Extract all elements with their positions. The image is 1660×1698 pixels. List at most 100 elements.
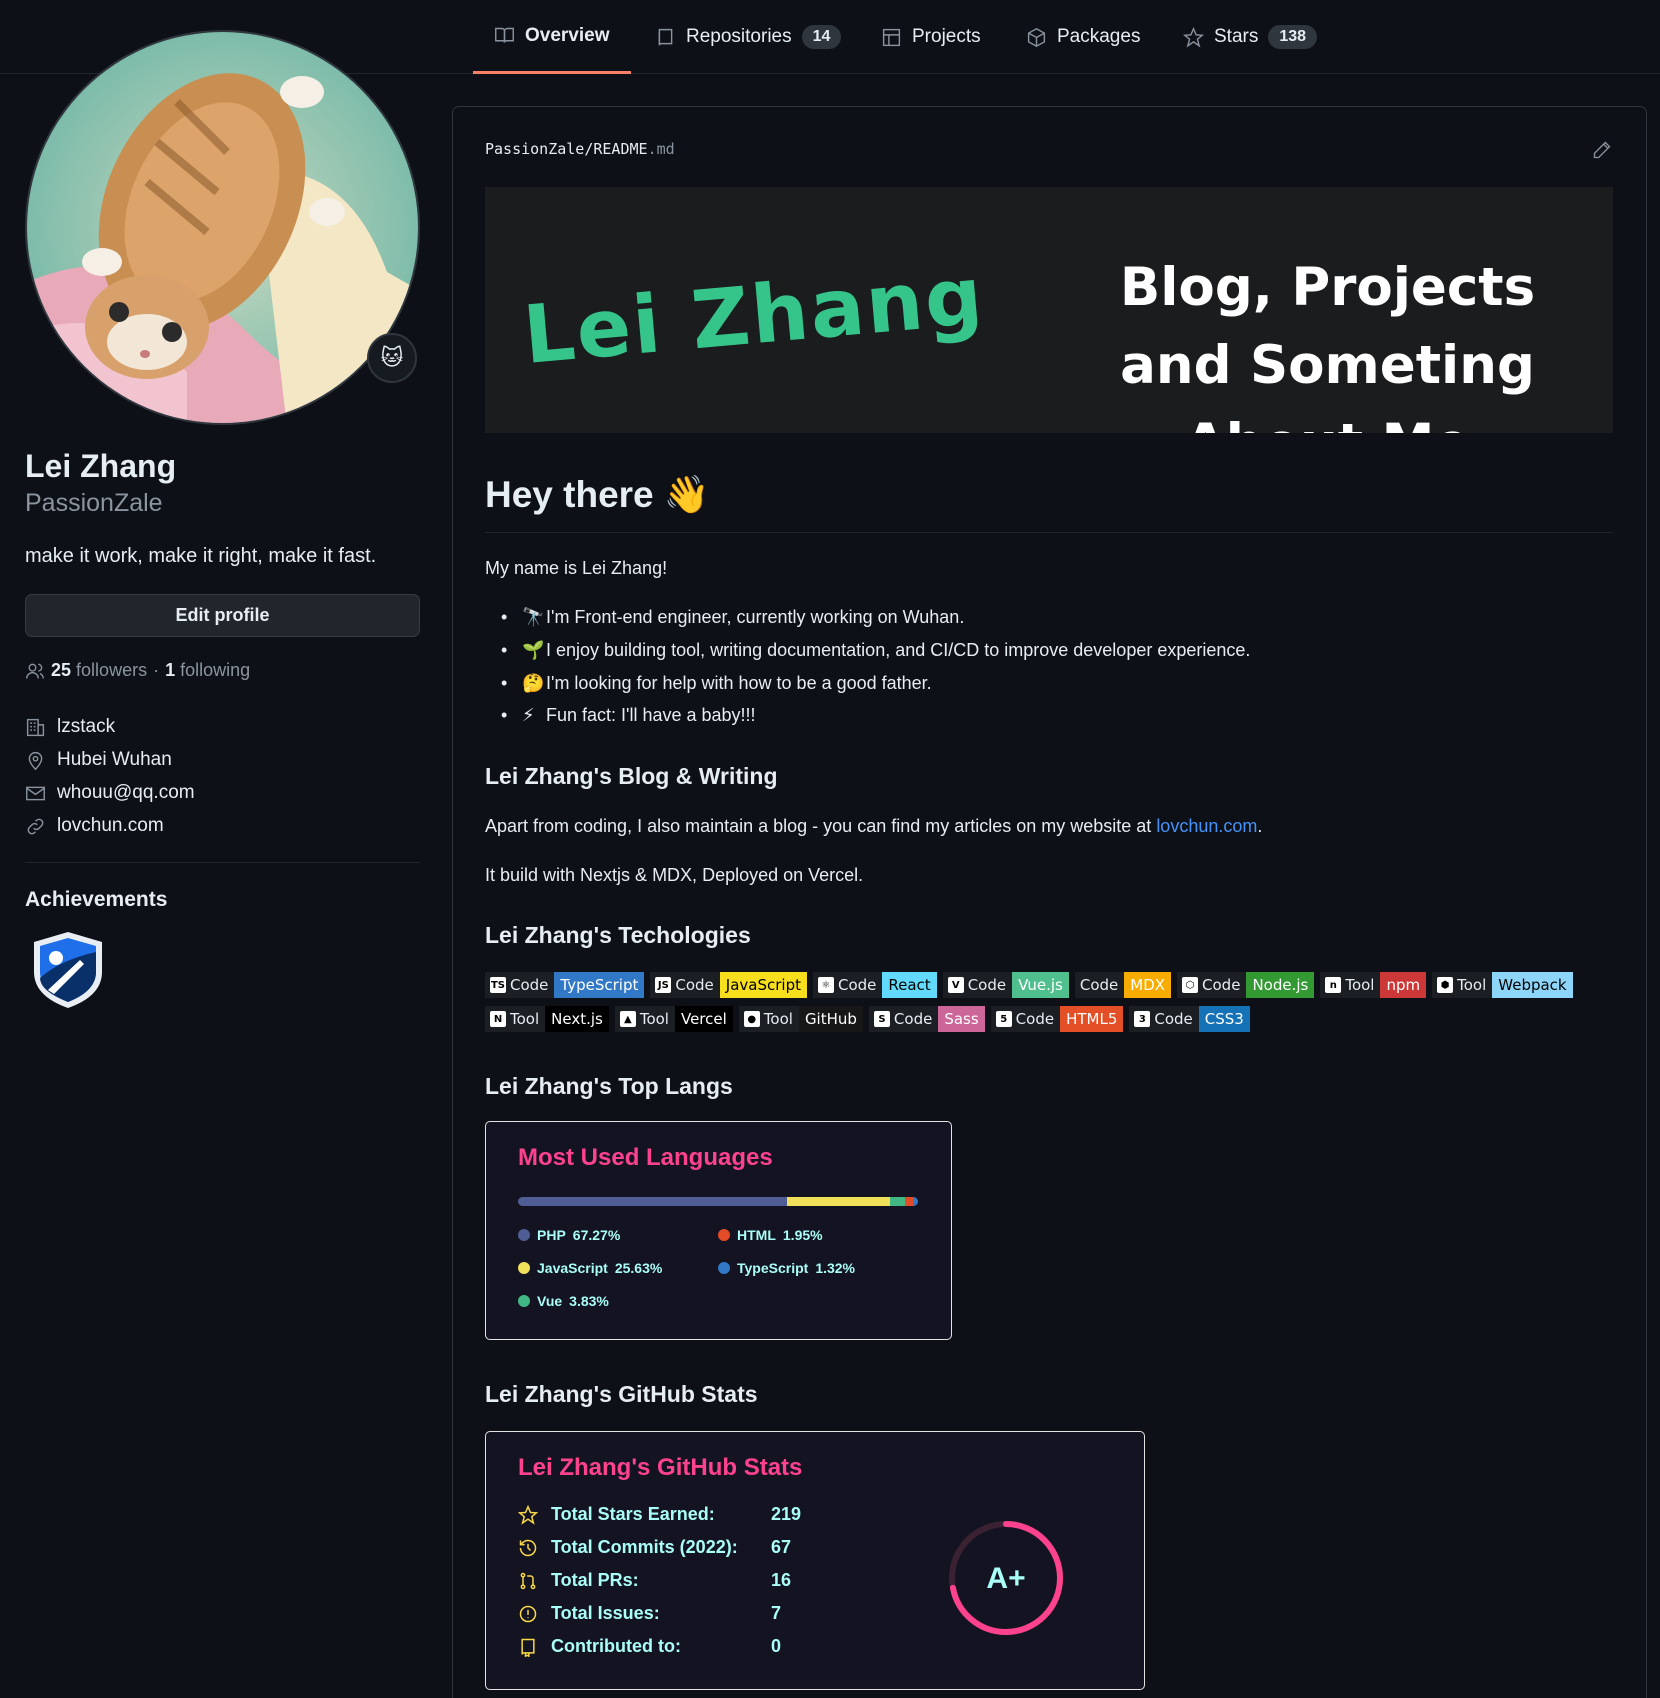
company-text[interactable]: lzstack [57,716,115,738]
readme-filename: README [593,140,648,158]
tech-badge-next-js[interactable]: N Tool Next.js [485,1006,609,1032]
tech-badge-css3[interactable]: 3 Code CSS3 [1129,1006,1250,1032]
tech-badge-sass[interactable]: S Code Sass [868,1006,985,1032]
github-stats-card[interactable]: Lei Zhang's GitHub Stats Total Stars Ear… [485,1431,1145,1690]
tab-repositories[interactable]: Repositories 14 [655,0,842,74]
following-link[interactable]: 1 following [165,660,250,681]
tech-badge-webpack[interactable]: ⬢ Tool Webpack [1432,972,1573,998]
lang-percent: 1.95% [782,1227,823,1243]
edit-profile-button[interactable]: Edit profile [25,594,420,637]
npm-logo-icon: n [1325,977,1342,993]
readme-ext: .md [647,140,675,158]
tech-badge-react[interactable]: ⚛ Code React [812,972,937,998]
grade-ring: A+ [949,1521,1063,1635]
lang-bar-segment [912,1197,918,1206]
company-item: lzstack [25,716,115,738]
greeting-heading: Hey there 👋 [485,474,710,515]
intro-text: My name is Lei Zhang! [485,558,668,578]
langs-card-title: Most Used Languages [518,1144,773,1171]
tech-badge-typescript[interactable]: TS Code TypeScript [485,972,645,998]
top-langs-card[interactable]: Most Used Languages PHP 67.27% JavaScript 2… [485,1121,952,1340]
badge-name: Webpack [1492,972,1573,998]
lang-legend-item: Vue 3.83% [518,1293,609,1309]
lang-color-dot [518,1262,530,1274]
thinking-face-icon: 🤔 [522,673,545,693]
tech-heading: Lei Zhang's Techologies [485,922,751,948]
lang-percent: 3.83% [569,1293,609,1309]
list-item-text: Fun fact: I'll have a baby!!! [546,705,756,725]
avatar[interactable] [25,30,420,425]
badge-kind: V Code [942,972,1013,998]
achievement-badge-icon[interactable] [30,930,106,1010]
badge-kind: N Tool [485,1006,546,1032]
badge-kind: Code [1074,972,1125,998]
lang-percent: 67.27% [572,1227,621,1243]
pencil-icon[interactable] [1592,140,1612,160]
lang-color-dot [718,1262,730,1274]
followers-link[interactable]: 25 followers [51,660,147,681]
follow-separator: · [153,660,160,680]
tech-badge-vercel[interactable]: ▲ Tool Vercel [614,1006,733,1032]
email-link[interactable]: whouu@qq.com [57,782,195,804]
people-icon [26,663,44,679]
badge-kind-text: Code [967,976,1007,994]
repo-count: 14 [801,25,842,49]
blog-paragraph: Apart from coding, I also maintain a blo… [485,816,1262,837]
stat-label: Total Issues: [551,1603,660,1623]
status-emoji-button[interactable]: 🐱 [367,333,417,383]
table-icon [882,28,901,46]
tech-badge-npm[interactable]: n Tool npm [1320,972,1427,998]
tech-badge-node-js[interactable]: ⬡ Code Node.js [1177,972,1315,998]
list-item: 🌱I enjoy building tool, writing document… [501,640,1250,661]
stat-row: Total Commits (2022): 67 [518,1537,791,1558]
badge-kind: ⬡ Code [1177,972,1247,998]
badge-kind: TS Code [485,972,555,998]
star-icon [1183,26,1204,47]
lang-legend-item: TypeScript 1.32% [718,1260,855,1276]
badge-kind-text: Tool [510,1010,540,1028]
readme-owner-link[interactable]: PassionZale [485,140,584,158]
lang-legend-item: PHP 67.27% [518,1227,620,1243]
build-text: It build with Nextjs & MDX, Deployed on … [485,865,864,885]
badge-kind-text: Tool [763,1010,793,1028]
tab-projects[interactable]: Projects [881,0,981,74]
lang-legend-item: HTML 1.95% [718,1227,823,1243]
stat-row: Contributed to: 0 [518,1636,781,1657]
lang-legend-item: JavaScript 25.63% [518,1260,662,1276]
tech-badges-row: TS Code TypeScript JS Code JavaScript ⚛ Code Rea… [485,972,1613,998]
node-js-logo-icon: ⬡ [1182,977,1199,993]
telescope-icon: 🔭 [522,607,545,627]
tab-stars[interactable]: Stars 138 [1183,0,1318,74]
blog-link[interactable]: lovchun.com [1156,816,1257,836]
tech-badge-mdx[interactable]: Code MDX [1074,972,1172,998]
lang-name: Vue [537,1293,563,1309]
github-logo-icon: ● [743,1011,760,1027]
stat-label: Contributed to: [551,1636,681,1656]
tech-badge-html5[interactable]: 5 Code HTML5 [990,1006,1124,1032]
link-icon [27,818,44,834]
website-link[interactable]: lovchun.com [57,815,164,837]
stat-row: Total Issues: 7 [518,1603,781,1624]
tech-badge-javascript[interactable]: JS Code JavaScript [650,972,807,998]
typescript-logo-icon: TS [490,977,506,993]
tech-badge-vue-js[interactable]: V Code Vue.js [942,972,1069,998]
star-icon [518,1504,538,1525]
tech-badge-github[interactable]: ● Tool GitHub [738,1006,863,1032]
lang-color-dot [518,1295,530,1307]
followers-label: followers [76,660,148,680]
package-icon [1027,27,1046,47]
badge-kind-text: Code [1079,976,1119,994]
badge-name: Next.js [545,1006,609,1032]
tab-overview[interactable]: Overview [473,0,631,74]
badge-name: React [882,972,937,998]
list-item-text: I'm looking for help with how to be a go… [546,673,932,693]
stats-card-title: Lei Zhang's GitHub Stats [518,1454,803,1481]
tab-packages[interactable]: Packages [1026,0,1140,74]
badge-name: Vue.js [1012,972,1069,998]
vue-js-logo-icon: V [947,977,964,993]
badge-name: CSS3 [1198,1006,1250,1032]
stat-value: 16 [771,1570,792,1590]
readme-file-link[interactable]: README.md [593,140,674,158]
list-item-text: I'm Front-end engineer, currently workin… [546,607,965,627]
stat-value: 0 [771,1636,782,1656]
